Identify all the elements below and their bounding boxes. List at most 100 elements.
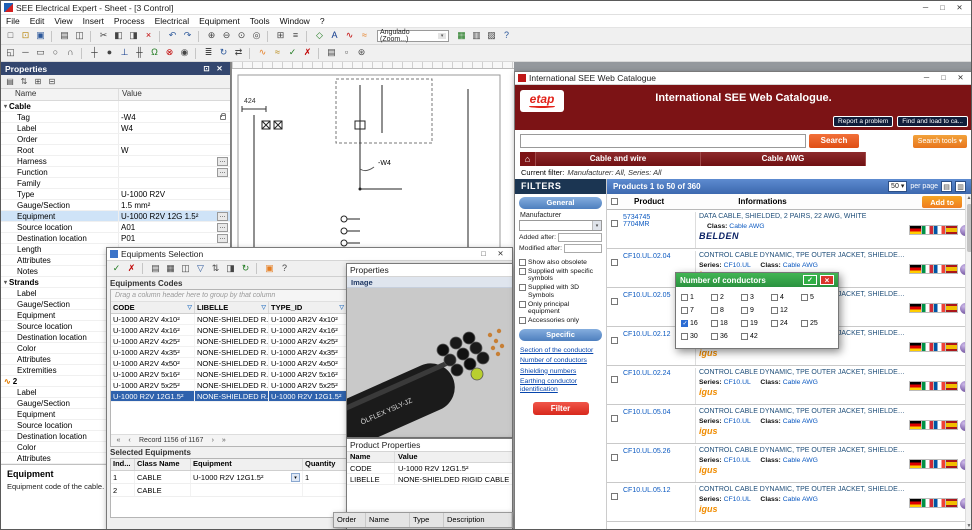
- property-row[interactable]: ▾ ∿ Tag -W4 …: [1, 112, 230, 123]
- validate-icon[interactable]: ✓: [285, 46, 300, 60]
- checkbox-icon[interactable]: [801, 320, 808, 327]
- conductor-option[interactable]: 42: [741, 333, 771, 340]
- lamp-icon[interactable]: ⊗: [162, 46, 177, 60]
- menu-item[interactable]: ?: [315, 16, 330, 26]
- flag-italy-icon[interactable]: [922, 226, 933, 234]
- expander-icon[interactable]: ▾: [4, 279, 7, 286]
- conductor-option[interactable]: 7: [681, 307, 711, 314]
- paste-icon[interactable]: ◨: [126, 29, 141, 43]
- apply-button[interactable]: ✓: [803, 275, 817, 285]
- next-record-button[interactable]: ›: [208, 437, 217, 444]
- list-view-icon[interactable]: ▤: [148, 262, 163, 276]
- wire-icon[interactable]: ∿: [342, 29, 357, 43]
- column-header[interactable]: Equipment: [191, 459, 303, 470]
- popup-close-button[interactable]: ×: [820, 275, 834, 285]
- flag-france-icon[interactable]: [934, 499, 945, 507]
- terminal-icon[interactable]: ⊥: [117, 46, 132, 60]
- product-checkbox[interactable]: [611, 220, 618, 227]
- column-header[interactable]: Type: [410, 513, 444, 527]
- database-icon[interactable]: ▥: [469, 29, 484, 43]
- flag-italy-icon[interactable]: [922, 343, 933, 351]
- layers-icon[interactable]: ≡: [288, 29, 303, 43]
- text-icon[interactable]: A: [327, 29, 342, 43]
- sort-icon[interactable]: ⇅: [208, 262, 223, 276]
- pin-icon[interactable]: ⊡: [200, 63, 213, 75]
- equipment-row[interactable]: U-1000 AR2V 4x35² NONE-SHIELDED R... U-1…: [111, 347, 347, 358]
- prev-record-button[interactable]: ‹: [125, 437, 134, 444]
- checkbox-icon[interactable]: [711, 307, 718, 314]
- property-row[interactable]: ▾ ∿ Harness …: [1, 156, 230, 167]
- save-icon[interactable]: ▣: [33, 29, 48, 43]
- menu-item[interactable]: File: [1, 16, 25, 26]
- filter-checkbox[interactable]: Show also obsolete: [519, 259, 602, 267]
- zoom-window-icon[interactable]: ⊙: [234, 29, 249, 43]
- checkbox-icon[interactable]: [741, 333, 748, 340]
- new-icon[interactable]: □: [3, 29, 18, 43]
- refresh-icon[interactable]: ↻: [238, 262, 253, 276]
- search-button[interactable]: Search: [809, 134, 859, 148]
- flag-germany-icon[interactable]: [910, 460, 921, 468]
- checkbox-icon[interactable]: [681, 320, 688, 327]
- conductor-option[interactable]: 16: [681, 320, 711, 327]
- junction-icon[interactable]: ●: [102, 46, 117, 60]
- property-row[interactable]: ▾ ∿ Gauge/Section 1.5 mm² …: [1, 200, 230, 211]
- find-load-button[interactable]: Find and load to ca...: [897, 116, 968, 127]
- property-row[interactable]: ▾ ∿ Function …: [1, 167, 230, 178]
- flag-spain-icon[interactable]: [946, 265, 957, 273]
- tab-cable-awg[interactable]: Cable AWG: [701, 152, 866, 166]
- conductor-option[interactable]: 1: [681, 294, 711, 301]
- product-description[interactable]: CONTROL CABLE DYNAMIC, TPE OUTER JACKET,…: [699, 252, 907, 261]
- print-preview-icon[interactable]: ◫: [72, 29, 87, 43]
- erase-icon[interactable]: ✗: [300, 46, 315, 60]
- product-row[interactable]: CF10.UL.05.26 CONTROL CABLE DYNAMIC, TPE…: [607, 444, 972, 483]
- added-after-input[interactable]: [558, 233, 602, 242]
- close-button[interactable]: ✕: [951, 2, 968, 14]
- flag-spain-icon[interactable]: [946, 304, 957, 312]
- select-icon[interactable]: ◱: [3, 46, 18, 60]
- product-checkbox[interactable]: [611, 337, 618, 344]
- menu-item[interactable]: Equipment: [194, 16, 245, 26]
- property-row[interactable]: ▾ ∿ Root W …: [1, 145, 230, 156]
- properties-icon[interactable]: ▨: [484, 29, 499, 43]
- close-button[interactable]: ✕: [952, 72, 969, 84]
- conductor-option[interactable]: 3: [741, 294, 771, 301]
- menu-item[interactable]: View: [49, 16, 77, 26]
- product-code-link[interactable]: CF10.UL.05.04: [623, 409, 695, 416]
- report-problem-button[interactable]: Report a problem: [833, 116, 893, 127]
- draw-line-icon[interactable]: ─: [18, 46, 33, 60]
- zoom-combo[interactable]: Angulado (Zoom...) ▾: [377, 30, 449, 42]
- series-link[interactable]: CF10.UL: [724, 496, 751, 503]
- flag-spain-icon[interactable]: [946, 421, 957, 429]
- filter-checkbox[interactable]: Only principal equipment: [519, 301, 602, 316]
- catalogue-icon[interactable]: ▦: [454, 29, 469, 43]
- equipment-row[interactable]: U-1000 AR2V 4x25² NONE-SHIELDED R... U-1…: [111, 336, 347, 347]
- flag-germany-icon[interactable]: [910, 421, 921, 429]
- panel-close-button[interactable]: ✕: [213, 63, 226, 75]
- draw-arc-icon[interactable]: ∩: [63, 46, 78, 60]
- details-view-icon[interactable]: ▦: [163, 262, 178, 276]
- checkbox-icon[interactable]: [519, 301, 526, 308]
- flag-france-icon[interactable]: [934, 460, 945, 468]
- column-header[interactable]: Description: [444, 513, 512, 527]
- catalogue-access-icon[interactable]: ▣: [262, 262, 277, 276]
- equipment-row[interactable]: U-1000 AR2V 4x16² NONE-SHIELDED R... U-1…: [111, 325, 347, 336]
- product-description[interactable]: CONTROL CABLE DYNAMIC, TPE OUTER JACKET,…: [699, 408, 907, 417]
- column-header[interactable]: Class Name: [135, 459, 191, 470]
- mirror-icon[interactable]: ⇄: [231, 46, 246, 60]
- expander-icon[interactable]: ▾: [4, 103, 7, 110]
- class-link[interactable]: Cable AWG: [783, 457, 818, 464]
- scroll-up-icon[interactable]: ▲: [967, 194, 972, 202]
- draw-circle-icon[interactable]: ○: [48, 46, 63, 60]
- general-section-button[interactable]: General: [519, 197, 602, 209]
- close-button[interactable]: ✕: [492, 248, 509, 260]
- class-link[interactable]: Cable AWG: [783, 262, 818, 269]
- chevron-down-icon[interactable]: ▾: [592, 221, 601, 230]
- equipment-row[interactable]: U-1000 AR2V 5x16² NONE-SHIELDED R... U-1…: [111, 369, 347, 380]
- modified-after-input[interactable]: [564, 244, 602, 253]
- image-panel-icon[interactable]: ◫: [178, 262, 193, 276]
- help-icon[interactable]: ?: [277, 262, 292, 276]
- cut-icon[interactable]: ✂: [96, 29, 111, 43]
- product-checkbox[interactable]: [611, 298, 618, 305]
- product-checkbox[interactable]: [611, 415, 618, 422]
- tab-cable-and-wire[interactable]: Cable and wire: [536, 152, 701, 166]
